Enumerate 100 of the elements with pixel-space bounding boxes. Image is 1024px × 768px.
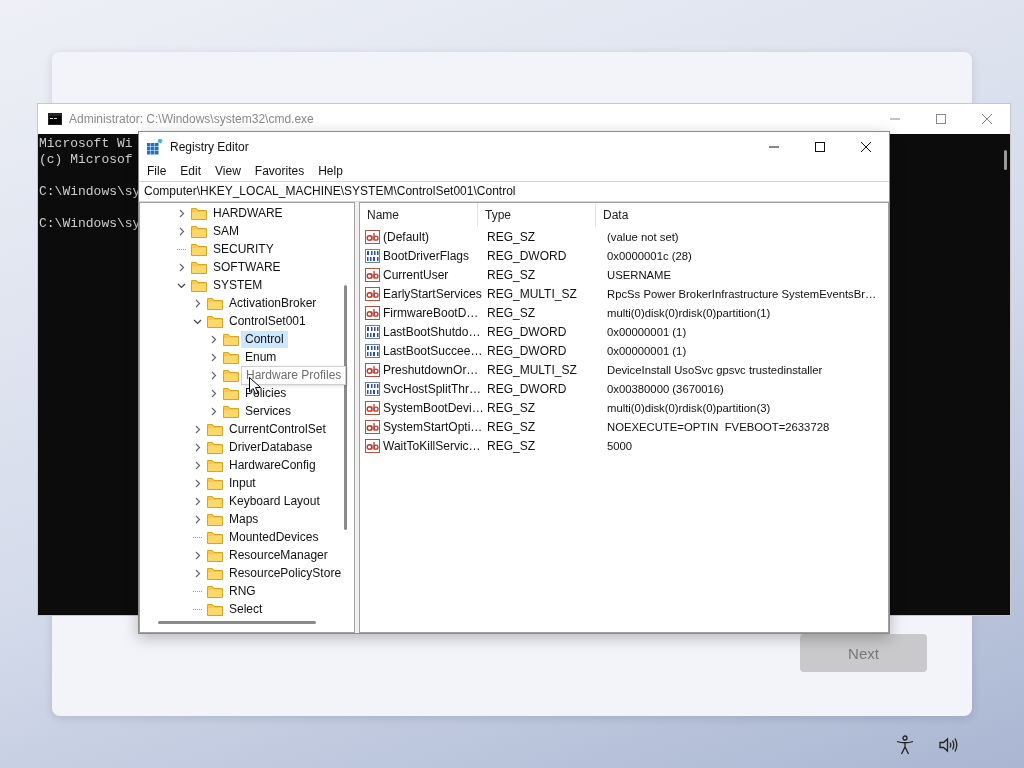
folder-icon	[223, 368, 239, 382]
scroll-thumb[interactable]	[158, 621, 316, 624]
tree-item[interactable]: SYSTEM	[209, 276, 267, 294]
value-name[interactable]: CurrentUser	[383, 267, 449, 282]
text-value-icon	[365, 438, 380, 453]
value-type: REG_SZ	[486, 400, 536, 415]
value-name[interactable]: SvcHostSplitThr…	[383, 381, 482, 396]
value-type: REG_MULTI_SZ	[486, 362, 578, 377]
folder-icon	[223, 404, 239, 418]
console-icon	[48, 113, 62, 125]
accessibility-icon[interactable]	[896, 735, 914, 755]
maximize-icon	[936, 114, 946, 124]
folder-icon	[191, 242, 207, 256]
column-header[interactable]: Name	[360, 203, 478, 227]
tree-item[interactable]: HARDWARE	[209, 204, 287, 222]
binary-value-icon	[365, 324, 380, 339]
expand-chevron-icon[interactable]	[193, 298, 202, 308]
expand-chevron-icon[interactable]	[193, 568, 202, 578]
tree-item[interactable]: ActivationBroker	[225, 294, 321, 312]
column-header[interactable]: Data	[596, 203, 888, 227]
tree-item[interactable]: ResourcePolicyStore	[225, 564, 346, 582]
value-name[interactable]: SystemStartOpti…	[383, 419, 483, 434]
tree-item[interactable]: SOFTWARE	[209, 258, 285, 276]
expand-chevron-icon[interactable]	[177, 226, 186, 236]
value-name[interactable]: BootDriverFlags	[383, 248, 470, 263]
window-title: Administrator: C:\Windows\system32\cmd.exe	[69, 112, 315, 126]
value-type: REG_SZ	[486, 229, 536, 244]
tree-item[interactable]: SECURITY	[209, 240, 278, 258]
folder-icon	[207, 458, 223, 472]
binary-value-icon	[365, 381, 380, 396]
tree-item[interactable]: SAM	[209, 222, 243, 240]
expand-chevron-icon[interactable]	[193, 460, 202, 470]
menu-item[interactable]: Favorites	[247, 163, 312, 179]
value-data: 0x00380000 (3670016)	[606, 382, 724, 395]
value-type: REG_SZ	[486, 267, 536, 282]
folder-icon	[207, 476, 223, 490]
value-name[interactable]: FirmwareBootD…	[383, 305, 479, 320]
expand-chevron-icon[interactable]	[193, 496, 202, 506]
tree-item[interactable]: Services	[241, 402, 295, 420]
menu-item[interactable]: View	[208, 163, 248, 179]
value-name[interactable]: LastBootShutdo…	[383, 324, 481, 339]
tree-item[interactable]: RNG	[225, 582, 260, 600]
value-name[interactable]: PreshutdownOr…	[383, 362, 479, 377]
tree-item[interactable]: ResourceManager	[225, 546, 332, 564]
value-name[interactable]: WaitToKillServic…	[383, 438, 481, 453]
expand-chevron-icon[interactable]	[193, 424, 202, 434]
value-name[interactable]: (Default)	[383, 229, 429, 244]
value-name[interactable]: EarlyStartServices	[383, 286, 482, 301]
tree-item[interactable]: ControlSet001	[225, 312, 310, 330]
folder-icon	[207, 494, 223, 508]
value-type: REG_MULTI_SZ	[486, 286, 578, 301]
folder-icon	[223, 332, 239, 346]
text-value-icon	[365, 362, 380, 377]
expand-chevron-icon[interactable]	[177, 208, 186, 218]
folder-icon	[223, 386, 239, 400]
folder-icon	[191, 260, 207, 274]
scroll-thumb[interactable]	[1004, 150, 1007, 170]
folder-icon	[207, 584, 223, 598]
tree-item[interactable]: Enum	[241, 348, 281, 366]
value-name[interactable]: LastBootSuccee…	[383, 343, 483, 358]
tree-item[interactable]: Input	[225, 474, 260, 492]
folder-icon	[207, 296, 223, 310]
expand-chevron-icon[interactable]	[209, 334, 218, 344]
text-value-icon	[365, 419, 380, 434]
value-data: 0x00000001 (1)	[606, 344, 687, 357]
tree-item[interactable]: CurrentControlSet	[225, 420, 330, 438]
expand-chevron-icon[interactable]	[193, 514, 202, 524]
expand-chevron-icon[interactable]	[193, 478, 202, 488]
address-bar[interactable]: Computer\HKEY_LOCAL_MACHINE\SYSTEM\ControlSet001\Control	[139, 181, 889, 202]
expand-chevron-icon[interactable]	[209, 352, 218, 362]
expand-chevron-icon[interactable]	[209, 406, 218, 416]
menu-item[interactable]: Help	[311, 163, 350, 179]
expand-chevron-icon[interactable]	[177, 262, 186, 272]
expand-chevron-icon[interactable]	[193, 550, 202, 560]
tree-item[interactable]: DriverDatabase	[225, 438, 317, 456]
menu-item[interactable]: File	[140, 163, 174, 179]
value-data: RpcSs Power BrokerInfrastructure SystemEventsBr…	[606, 287, 877, 300]
menu-item[interactable]: Edit	[173, 163, 209, 179]
folder-icon	[191, 278, 207, 292]
tree-item[interactable]: HardwareConfig	[225, 456, 320, 474]
tree-item[interactable]: Keyboard Layout	[225, 492, 324, 510]
column-header[interactable]: Type	[478, 203, 596, 227]
folder-icon	[207, 602, 223, 616]
value-name[interactable]: SystemBootDevi…	[383, 400, 484, 415]
folder-icon	[191, 224, 207, 238]
console-line: Microsoft Wi	[39, 136, 133, 152]
tree-item[interactable]: Control	[241, 330, 288, 348]
console-line: C:\Windows\sy	[39, 184, 141, 200]
tree-item[interactable]: Maps	[225, 510, 263, 528]
tree-item[interactable]: Policies	[241, 384, 291, 402]
volume-icon[interactable]	[939, 737, 959, 753]
tree-item[interactable]: Select	[225, 600, 267, 618]
expand-chevron-icon[interactable]	[193, 442, 202, 452]
text-value-icon	[365, 229, 380, 244]
expand-chevron-icon[interactable]	[209, 388, 218, 398]
scroll-thumb[interactable]	[344, 285, 347, 530]
text-value-icon	[365, 267, 380, 282]
close-icon	[982, 114, 992, 124]
tree-item[interactable]: MountedDevices	[225, 528, 323, 546]
expand-chevron-icon[interactable]	[209, 370, 218, 380]
